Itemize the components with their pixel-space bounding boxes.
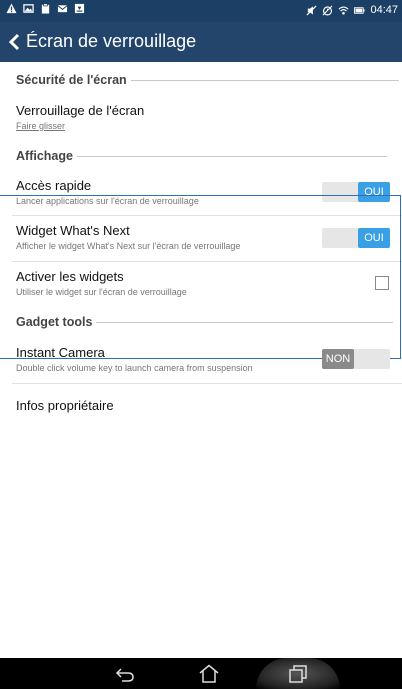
back-icon xyxy=(115,667,134,682)
status-bar: 04:47 xyxy=(0,0,402,22)
row-divider xyxy=(12,215,402,216)
setting-instant-camera[interactable]: Instant Camera Double click volume key t… xyxy=(0,341,402,381)
mute-icon xyxy=(306,4,317,16)
clipboard-icon xyxy=(41,3,50,14)
setting-title: Infos propriétaire xyxy=(16,398,114,413)
widgets-checkbox[interactable] xyxy=(375,276,389,290)
section-header-display: Affichage xyxy=(16,149,387,163)
section-divider xyxy=(76,155,387,157)
setting-whats-next[interactable]: Widget What's Next Afficher le widget Wh… xyxy=(0,219,402,259)
setting-widgets[interactable]: Activer les widgets Utiliser le widget s… xyxy=(0,265,402,299)
wifi-icon xyxy=(338,5,349,15)
image-icon xyxy=(23,4,34,13)
setting-title: Widget What's Next xyxy=(16,223,130,238)
section-divider xyxy=(130,79,399,81)
section-header-gadget: Gadget tools xyxy=(16,315,394,329)
toggle-state: OUI xyxy=(358,182,390,202)
section-security-label: Sécurité de l'écran xyxy=(16,73,127,87)
toggle-state: NON xyxy=(322,349,354,369)
recents-icon xyxy=(289,664,307,683)
setting-subtitle: Afficher le widget What's Next sur l'écr… xyxy=(16,241,241,251)
section-display-label: Affichage xyxy=(16,149,73,163)
section-header-security: Sécurité de l'écran xyxy=(16,73,399,87)
app-bar: Écran de verrouillage xyxy=(0,22,402,62)
whats-next-toggle[interactable]: OUI xyxy=(322,228,390,248)
navigation-bar xyxy=(0,658,402,689)
setting-subtitle: Utiliser le widget sur l'écran de verrou… xyxy=(16,287,187,297)
mail-icon xyxy=(57,5,68,13)
setting-subtitle: Lancer applications sur l'écran de verro… xyxy=(16,196,199,206)
status-time: 04:47 xyxy=(370,4,398,16)
page-title: Écran de verrouillage xyxy=(26,31,197,51)
setting-subtitle: Double click volume key to launch camera… xyxy=(16,363,253,373)
setting-title: Activer les widgets xyxy=(16,269,124,284)
nav-recents-button[interactable] xyxy=(273,658,323,689)
nav-home-button[interactable] xyxy=(184,658,234,689)
setting-owner-info[interactable]: Infos propriétaire xyxy=(0,388,402,422)
battery-icon xyxy=(354,6,366,14)
row-divider xyxy=(12,261,402,262)
section-gadget-label: Gadget tools xyxy=(16,315,93,329)
settings-list: Sécurité de l'écran Verrouillage de l'éc… xyxy=(0,62,402,658)
home-icon xyxy=(199,664,219,683)
setting-title: Verrouillage de l'écran xyxy=(16,103,145,118)
setting-title: Instant Camera xyxy=(16,345,105,360)
setting-subtitle: Faire glisser xyxy=(16,121,66,131)
nav-back-button[interactable] xyxy=(100,658,150,689)
setting-quick-access[interactable]: Accès rapide Lancer applications sur l'é… xyxy=(0,174,402,214)
setting-title: Accès rapide xyxy=(16,178,92,193)
instant-camera-toggle[interactable]: NON xyxy=(322,349,390,369)
toggle-state: OUI xyxy=(358,228,390,248)
row-divider xyxy=(12,383,402,384)
setting-screen-lock[interactable]: Verrouillage de l'écran Faire glisser xyxy=(0,96,402,134)
quick-access-toggle[interactable]: OUI xyxy=(322,182,390,202)
download-icon xyxy=(74,3,85,14)
warning-icon xyxy=(6,3,17,14)
back-chevron-icon[interactable] xyxy=(8,31,22,53)
alarm-icon xyxy=(323,5,333,15)
section-divider xyxy=(96,321,394,323)
